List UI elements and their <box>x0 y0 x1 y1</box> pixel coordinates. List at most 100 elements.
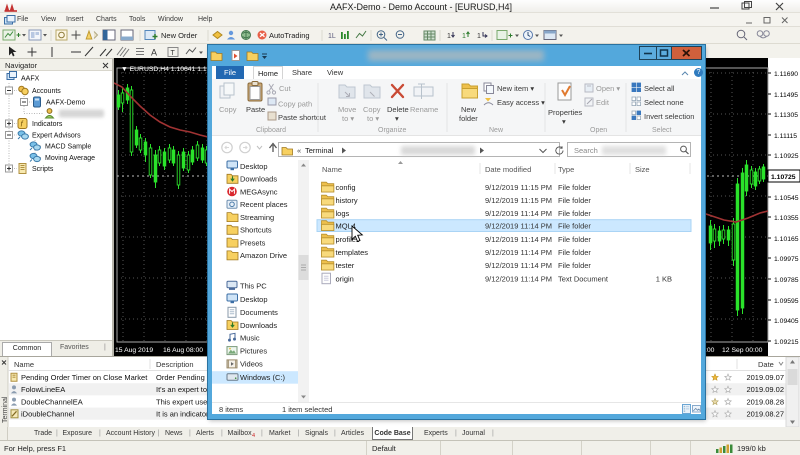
svg-text:Select all: Select all <box>644 84 675 93</box>
svg-text:Type: Type <box>558 165 574 174</box>
svg-text:Copy: Copy <box>219 105 237 114</box>
svg-text:2019.09.07: 2019.09.07 <box>746 373 784 382</box>
svg-text:1.09405: 1.09405 <box>774 318 799 325</box>
svg-text:Downloads: Downloads <box>240 175 277 184</box>
svg-text:Amazon Drive: Amazon Drive <box>240 251 287 260</box>
svg-text:File folder: File folder <box>558 221 591 230</box>
svg-text:File folder: File folder <box>558 209 591 218</box>
svg-text:DoubleChannelEA: DoubleChannelEA <box>21 397 83 406</box>
svg-text:Scripts: Scripts <box>32 166 54 173</box>
svg-text:1: 1 <box>477 33 481 40</box>
svg-text:Terminal: Terminal <box>2 396 9 423</box>
svg-text:to ▾: to ▾ <box>342 114 354 123</box>
svg-text:1.10545: 1.10545 <box>774 195 799 202</box>
svg-text:1 KB: 1 KB <box>656 274 672 283</box>
svg-text:Properties: Properties <box>548 108 582 117</box>
svg-text:Order Pending f: Order Pending f <box>156 373 210 382</box>
svg-text:AutoTrading: AutoTrading <box>269 31 310 40</box>
svg-text:FolowLineEA: FolowLineEA <box>21 385 65 394</box>
svg-text:Presets: Presets <box>240 238 266 247</box>
svg-text:Clipboard: Clipboard <box>256 127 286 134</box>
svg-text:Select none: Select none <box>644 98 684 107</box>
svg-text:1.10725: 1.10725 <box>771 174 796 181</box>
svg-text:origin: origin <box>336 274 354 283</box>
svg-text:File folder: File folder <box>558 183 591 192</box>
svg-text:MEGAsync: MEGAsync <box>240 187 278 196</box>
svg-text:16 Aug 08:00: 16 Aug 08:00 <box>163 347 203 354</box>
svg-text:Organize: Organize <box>378 127 407 134</box>
svg-text:Paste: Paste <box>246 105 265 114</box>
svg-text:Move: Move <box>338 105 356 114</box>
svg-text:A: A <box>151 48 157 58</box>
svg-text:9/12/2019 11:14 PM: 9/12/2019 11:14 PM <box>485 235 552 244</box>
svg-text:Music: Music <box>240 334 260 343</box>
svg-text:tester: tester <box>336 261 355 270</box>
svg-text:Indicators: Indicators <box>32 121 63 128</box>
svg-text:It's an expert to: It's an expert to <box>156 385 207 394</box>
svg-text:File folder: File folder <box>558 196 591 205</box>
svg-text:This expert uses: This expert uses <box>156 397 211 406</box>
svg-text:1.09595: 1.09595 <box>774 298 799 305</box>
svg-text:logs: logs <box>336 209 350 218</box>
svg-text:Videos: Videos <box>240 360 263 369</box>
svg-text:templates: templates <box>336 248 369 257</box>
svg-text:1.10165: 1.10165 <box>774 236 799 243</box>
svg-text:1.09975: 1.09975 <box>774 256 799 263</box>
svg-text:1L: 1L <box>328 33 336 40</box>
svg-text:9/12/2019 11:15 PM: 9/12/2019 11:15 PM <box>485 183 552 192</box>
svg-text:File folder: File folder <box>558 235 591 244</box>
svg-text:iDoubleChannel: iDoubleChannel <box>21 410 75 419</box>
svg-text:New: New <box>489 127 504 134</box>
svg-text:Select: Select <box>652 127 672 134</box>
svg-text:Recent places: Recent places <box>240 200 288 209</box>
svg-text:Text Document: Text Document <box>558 274 609 283</box>
svg-text:9/12/2019 11:15 PM: 9/12/2019 11:15 PM <box>485 196 552 205</box>
svg-text:Date: Date <box>758 360 774 369</box>
svg-text:New Order: New Order <box>161 31 198 40</box>
svg-text:MACD Sample: MACD Sample <box>45 144 91 151</box>
svg-text:Rename: Rename <box>410 105 438 114</box>
svg-text:Description: Description <box>156 360 194 369</box>
svg-text:9/12/2019 11:14 PM: 9/12/2019 11:14 PM <box>485 221 552 230</box>
svg-text:AAFX-Demo: AAFX-Demo <box>46 100 85 107</box>
svg-text:Desktop: Desktop <box>240 295 268 304</box>
svg-text:2019.08.28: 2019.08.28 <box>746 397 784 406</box>
svg-text:1.11495: 1.11495 <box>774 92 798 99</box>
svg-text:9/12/2019 11:14 PM: 9/12/2019 11:14 PM <box>485 274 552 283</box>
svg-text:Documents: Documents <box>240 308 278 317</box>
svg-text:File folder: File folder <box>558 261 591 270</box>
svg-text:Edit: Edit <box>596 98 610 107</box>
svg-text:Copy path: Copy path <box>278 100 312 109</box>
svg-text:Date modified: Date modified <box>485 165 531 174</box>
svg-text:AAFX: AAFX <box>21 76 40 83</box>
svg-text:Desktop: Desktop <box>240 162 268 171</box>
svg-text:Pictures: Pictures <box>240 346 267 355</box>
svg-text:1.09785: 1.09785 <box>774 277 799 284</box>
svg-text:New item ▾: New item ▾ <box>497 84 534 93</box>
svg-text:1.10925: 1.10925 <box>774 153 799 160</box>
svg-text:Cut: Cut <box>279 84 292 93</box>
svg-text:history: history <box>336 196 358 205</box>
svg-text:1.11305: 1.11305 <box>774 112 798 119</box>
svg-text:Moving Average: Moving Average <box>45 155 95 162</box>
svg-text:9/12/2019 11:14 PM: 9/12/2019 11:14 PM <box>485 248 552 257</box>
svg-text:9/12/2019 11:14 PM: 9/12/2019 11:14 PM <box>485 261 552 270</box>
svg-text::00: :00 <box>705 347 715 354</box>
svg-text:Invert selection: Invert selection <box>644 112 694 121</box>
svg-text:Streaming: Streaming <box>240 213 274 222</box>
svg-text:15 Aug 2019: 15 Aug 2019 <box>115 347 153 354</box>
svg-text:Open: Open <box>590 127 607 134</box>
svg-text:1.11690: 1.11690 <box>774 71 798 78</box>
svg-text:config: config <box>336 183 356 192</box>
svg-text:folder: folder <box>459 114 478 123</box>
svg-text:Expert Advisors: Expert Advisors <box>32 133 81 140</box>
svg-text:▾: ▾ <box>395 114 399 123</box>
svg-text:Windows (C:): Windows (C:) <box>240 373 286 382</box>
svg-text:Accounts: Accounts <box>32 88 61 95</box>
svg-text:9/12/2019 11:14 PM: 9/12/2019 11:14 PM <box>485 209 552 218</box>
svg-text:Easy access ▾: Easy access ▾ <box>497 98 545 107</box>
svg-text:Name: Name <box>322 165 342 174</box>
svg-text:1.10355: 1.10355 <box>774 215 799 222</box>
svg-text:1.09215: 1.09215 <box>774 339 799 346</box>
svg-text:Downloads: Downloads <box>240 321 277 330</box>
